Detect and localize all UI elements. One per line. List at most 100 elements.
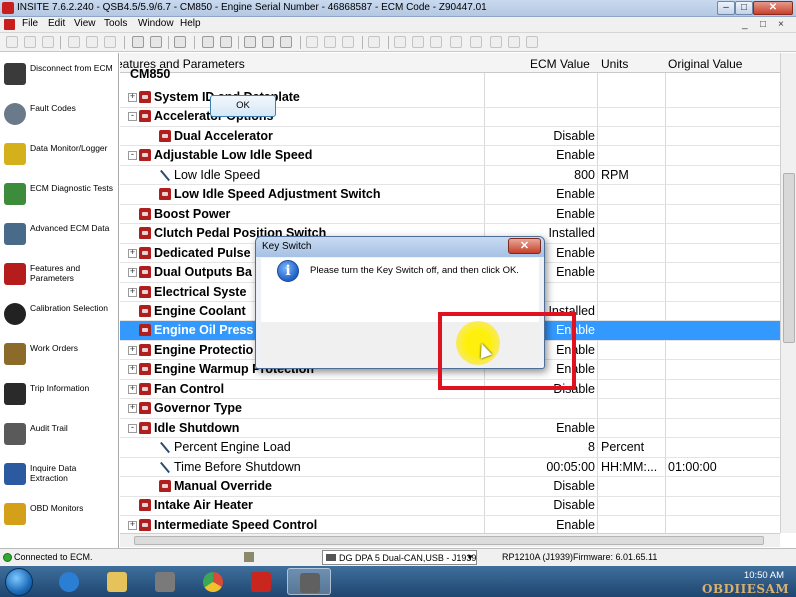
row-ecm-value[interactable]: Enable <box>556 265 595 279</box>
taskbar-unknown-app[interactable] <box>143 568 187 595</box>
expand-icon[interactable]: + <box>128 287 137 297</box>
collapse-icon[interactable]: - <box>128 151 137 161</box>
row-ecm-value[interactable]: Enable <box>556 187 595 201</box>
table-row[interactable]: Time Before Shutdown 00:05:00 HH:MM:... 01:… <box>120 458 780 478</box>
scroll-thumb[interactable] <box>134 536 764 545</box>
connect-icon[interactable] <box>6 36 18 48</box>
expand-icon[interactable]: + <box>128 248 137 258</box>
taskbar-insite[interactable] <box>287 568 331 595</box>
report-detail-icon[interactable] <box>324 36 336 48</box>
row-ecm-value[interactable]: Enable <box>556 518 595 532</box>
filter-icon[interactable] <box>342 36 354 48</box>
horizontal-scrollbar[interactable] <box>120 533 780 547</box>
taskbar-internet-explorer[interactable] <box>47 568 91 595</box>
table-row[interactable]: Low Idle Speed Adjustment Switch Enable <box>120 185 780 205</box>
sidebar-item-disconnect[interactable]: Disconnect from ECM <box>0 59 118 97</box>
undo-icon[interactable] <box>280 36 292 48</box>
taskbar-chrome[interactable] <box>191 568 235 595</box>
start-button[interactable] <box>5 568 33 596</box>
record-icon[interactable] <box>394 36 406 48</box>
table-row[interactable]: - Idle Shutdown Enable <box>120 419 780 439</box>
find-icon[interactable] <box>174 36 186 48</box>
sidebar-item-calibration[interactable]: Calibration Selection <box>0 299 118 337</box>
row-ecm-value[interactable]: Enable <box>556 148 595 162</box>
calibration-small-icon[interactable] <box>220 36 232 48</box>
system-clock[interactable]: 10:50 AM <box>736 570 792 581</box>
row-ecm-value[interactable]: Disable <box>553 479 595 493</box>
collapse-icon[interactable]: - <box>128 423 137 433</box>
row-ecm-value[interactable]: 00:05:00 <box>546 460 595 474</box>
refresh-icon[interactable] <box>42 36 54 48</box>
menu-tools[interactable]: Tools <box>104 18 127 29</box>
dialog-close-button[interactable]: ✕ <box>508 238 541 254</box>
row-ecm-value[interactable]: Enable <box>556 421 595 435</box>
expand-icon[interactable]: + <box>128 365 137 375</box>
expand-icon[interactable]: + <box>128 268 137 278</box>
table-row[interactable]: + Intermediate Speed Control Enable <box>120 516 780 533</box>
row-ecm-value[interactable]: Disable <box>553 129 595 143</box>
menu-help[interactable]: Help <box>180 18 201 29</box>
row-ecm-value[interactable]: Enable <box>556 207 595 221</box>
maximize-button[interactable]: □ <box>735 1 753 15</box>
copy-icon[interactable] <box>86 36 98 48</box>
sidebar-item-work-orders[interactable]: Work Orders <box>0 339 118 377</box>
row-ecm-value[interactable]: Enable <box>556 246 595 260</box>
table-row[interactable]: Manual Override Disable <box>120 477 780 497</box>
document-small-icon[interactable] <box>368 36 380 48</box>
row-ecm-value[interactable]: Installed <box>548 226 595 240</box>
collapse-icon[interactable]: - <box>128 112 137 122</box>
table-row[interactable]: Intake Air Heater Disable <box>120 496 780 516</box>
table-row[interactable]: Boost Power Enable <box>120 205 780 225</box>
expand-icon[interactable]: + <box>128 345 137 355</box>
step-icon[interactable] <box>470 36 482 48</box>
menu-view[interactable]: View <box>74 18 96 29</box>
sidebar-item-audit-trail[interactable]: Audit Trail <box>0 419 118 457</box>
play-icon[interactable] <box>412 36 424 48</box>
table-row[interactable]: + Governor Type <box>120 399 780 419</box>
row-ecm-value[interactable]: Disable <box>553 498 595 512</box>
document-icon[interactable] <box>4 19 15 30</box>
vertical-scrollbar[interactable] <box>780 53 796 533</box>
expand-icon[interactable]: + <box>128 404 137 414</box>
expand-icon[interactable]: + <box>128 520 137 530</box>
sidebar-item-advanced-ecm-data[interactable]: Advanced ECM Data <box>0 219 118 257</box>
sidebar-item-diagnostic-tests[interactable]: ECM Diagnostic Tests <box>0 179 118 217</box>
sidebar-item-obd-monitors[interactable]: OBD Monitors <box>0 499 118 537</box>
grid-icon[interactable] <box>526 36 538 48</box>
ok-button[interactable]: OK <box>210 95 276 117</box>
close-button[interactable]: ✕ <box>753 1 793 15</box>
paste-icon[interactable] <box>104 36 116 48</box>
row-ecm-value[interactable]: 8 <box>588 440 595 454</box>
menu-window[interactable]: Window <box>138 18 174 29</box>
table-row[interactable]: - Adjustable Low Idle Speed Enable <box>120 146 780 166</box>
adapter-select[interactable]: DG DPA 5 Dual-CAN,USB - J1939 ▼ <box>322 550 477 565</box>
print-preview-icon[interactable] <box>150 36 162 48</box>
table-row[interactable]: Low Idle Speed 800 RPM <box>120 166 780 186</box>
snapshot-icon[interactable] <box>490 36 502 48</box>
sidebar-item-features[interactable]: Features and Parameters <box>0 259 118 297</box>
print-icon[interactable] <box>132 36 144 48</box>
export-icon[interactable] <box>508 36 520 48</box>
minimize-button[interactable]: – <box>717 1 735 15</box>
table-row[interactable]: Dual Accelerator Disable <box>120 127 780 147</box>
sidebar-item-trip-information[interactable]: Trip Information <box>0 379 118 417</box>
menu-edit[interactable]: Edit <box>48 18 65 29</box>
menu-file[interactable]: File <box>22 18 38 29</box>
mdi-restore-button[interactable]: □ <box>760 19 766 30</box>
row-ecm-value[interactable]: 800 <box>574 168 595 182</box>
disconnect-small-icon[interactable] <box>24 36 36 48</box>
forward-icon[interactable] <box>262 36 274 48</box>
taskbar-acrobat[interactable] <box>239 568 283 595</box>
expand-icon[interactable]: + <box>128 384 137 394</box>
taskbar-file-explorer[interactable] <box>95 568 139 595</box>
table-row[interactable]: Percent Engine Load 8 Percent <box>120 438 780 458</box>
scroll-thumb[interactable] <box>783 173 795 343</box>
expand-icon[interactable]: + <box>128 93 137 102</box>
sidebar-item-fault-codes[interactable]: Fault Codes <box>0 99 118 137</box>
mdi-minimize-button[interactable]: _ <box>742 19 748 30</box>
sidebar-item-inquire-data[interactable]: Inquire Data Extraction <box>0 459 118 497</box>
cut-icon[interactable] <box>68 36 80 48</box>
mdi-close-button[interactable]: × <box>778 19 784 30</box>
stop-icon[interactable] <box>430 36 442 48</box>
pause-icon[interactable] <box>450 36 462 48</box>
